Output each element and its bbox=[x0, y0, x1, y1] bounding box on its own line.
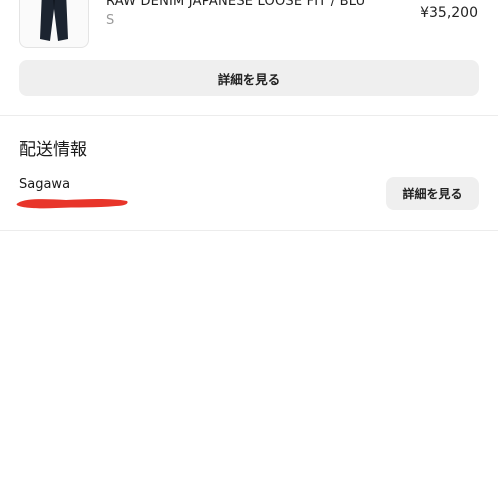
product-thumbnail[interactable] bbox=[19, 0, 89, 48]
section-divider bbox=[0, 230, 498, 231]
jeans-icon bbox=[40, 0, 68, 41]
tracking-number-redaction bbox=[16, 195, 130, 215]
section-divider bbox=[0, 115, 498, 116]
order-detail-screen: RAW DENIM JAPANESE LOOSE FIT / BLU S ¥35… bbox=[0, 0, 498, 498]
product-size: S bbox=[106, 13, 115, 28]
product-price: ¥35,200 bbox=[420, 5, 478, 21]
shipping-details-button[interactable]: 詳細を見る bbox=[386, 177, 479, 210]
carrier-name: Sagawa bbox=[19, 177, 71, 192]
product-details-button[interactable]: 詳細を見る bbox=[19, 60, 479, 96]
product-name: RAW DENIM JAPANESE LOOSE FIT / BLU bbox=[106, 0, 366, 9]
shipping-info-title: 配送情報 bbox=[19, 140, 87, 160]
product-row[interactable]: RAW DENIM JAPANESE LOOSE FIT / BLU S ¥35… bbox=[0, 0, 498, 52]
